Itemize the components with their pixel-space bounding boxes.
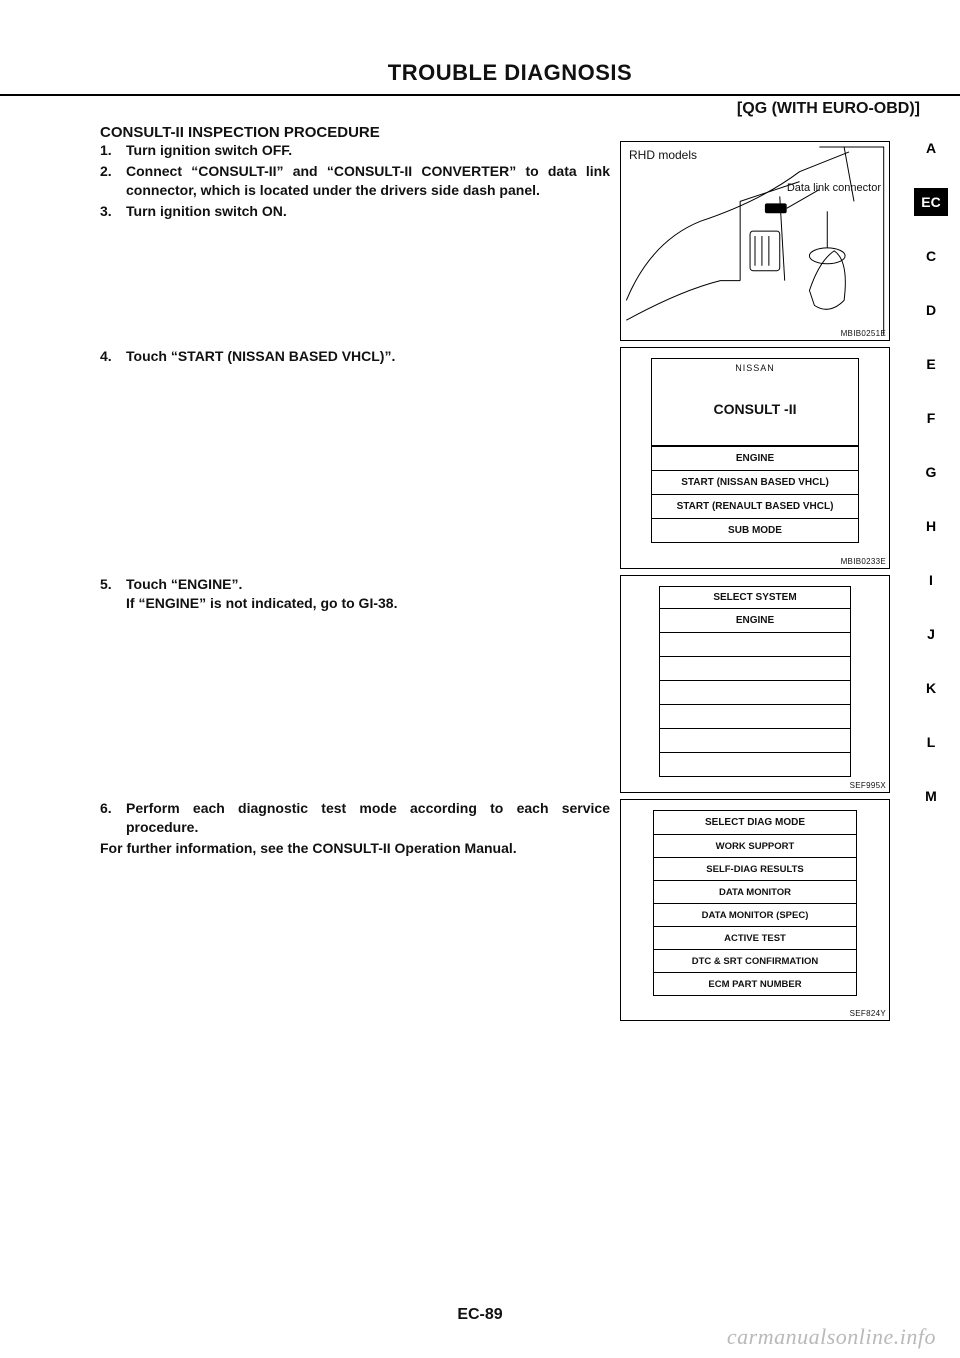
step-number: 1. bbox=[100, 141, 126, 160]
select-system-row bbox=[660, 680, 850, 704]
tab-e[interactable]: E bbox=[914, 350, 948, 378]
step-number: 3. bbox=[100, 202, 126, 221]
watermark: carmanualsonline.info bbox=[727, 1324, 936, 1350]
consult-row-engine: ENGINE bbox=[652, 446, 858, 470]
figure-col-1: RHD models Data link connector bbox=[620, 141, 890, 341]
content-area: CONSULT-II INSPECTION PROCEDURE 1. Turn … bbox=[100, 124, 920, 1021]
tab-d[interactable]: D bbox=[914, 296, 948, 324]
consult-brand: NISSAN bbox=[652, 359, 858, 379]
select-diag-row: SELF-DIAG RESULTS bbox=[654, 857, 856, 880]
select-system-grid: SELECT SYSTEM ENGINE bbox=[659, 586, 851, 777]
step-text: Perform each diagnostic test mode accord… bbox=[126, 799, 610, 837]
page: TROUBLE DIAGNOSIS [QG (WITH EURO-OBD)] C… bbox=[0, 0, 960, 1358]
select-system-head: SELECT SYSTEM bbox=[660, 587, 850, 608]
tab-l[interactable]: L bbox=[914, 728, 948, 756]
figure-label-dlc: Data link connector bbox=[787, 182, 881, 194]
figure-col-3: SELECT SYSTEM ENGINE SEF995X bbox=[620, 575, 890, 793]
tab-k[interactable]: K bbox=[914, 674, 948, 702]
tab-g[interactable]: G bbox=[914, 458, 948, 486]
select-system-row bbox=[660, 656, 850, 680]
figure-col-2: NISSAN CONSULT -II ENGINE START (NISSAN … bbox=[620, 347, 890, 569]
section-heading: CONSULT-II INSPECTION PROCEDURE bbox=[100, 124, 920, 141]
title-rule bbox=[0, 94, 960, 96]
figure-code: SEF824Y bbox=[850, 1009, 886, 1018]
step-1: 1. Turn ignition switch OFF. bbox=[100, 141, 610, 160]
figure-col-4: SELECT DIAG MODE WORK SUPPORT SELF-DIAG … bbox=[620, 799, 890, 1021]
tab-h[interactable]: H bbox=[914, 512, 948, 540]
consult-row-submode: SUB MODE bbox=[652, 518, 858, 542]
select-diag-row: ACTIVE TEST bbox=[654, 926, 856, 949]
figure-code: SEF995X bbox=[850, 781, 886, 790]
block-step-4: 4. Touch “START (NISSAN BASED VHCL)”. NI… bbox=[100, 347, 920, 569]
step-2: 2. Connect “CONSULT-II” and “CONSULT-II … bbox=[100, 162, 610, 200]
select-diag-row: DATA MONITOR bbox=[654, 880, 856, 903]
select-system-row bbox=[660, 632, 850, 656]
select-diag-row: DATA MONITOR (SPEC) bbox=[654, 903, 856, 926]
select-diag-row: ECM PART NUMBER bbox=[654, 972, 856, 995]
step-text: Touch “ENGINE”. If “ENGINE” is not indic… bbox=[126, 575, 610, 613]
step-number: 5. bbox=[100, 575, 126, 613]
select-diag-grid: SELECT DIAG MODE WORK SUPPORT SELF-DIAG … bbox=[653, 810, 857, 996]
step-5-line2: If “ENGINE” is not indicated, go to GI-3… bbox=[126, 595, 397, 611]
tab-ec[interactable]: EC bbox=[914, 188, 948, 216]
figure-select-system: SELECT SYSTEM ENGINE SEF995X bbox=[620, 575, 890, 793]
dashboard-sketch-icon bbox=[621, 142, 889, 340]
block-steps-1-3: 1. Turn ignition switch OFF. 2. Connect … bbox=[100, 141, 920, 341]
figure-code: MBIB0233E bbox=[841, 557, 886, 566]
step-5-line1: Touch “ENGINE”. bbox=[126, 576, 242, 592]
tab-a[interactable]: A bbox=[914, 134, 948, 162]
step-number: 6. bbox=[100, 799, 126, 837]
tab-c[interactable]: C bbox=[914, 242, 948, 270]
step-text: Turn ignition switch ON. bbox=[126, 202, 610, 221]
side-tabs: A EC C D E F G H I J K L M bbox=[914, 134, 948, 810]
select-diag-row: DTC & SRT CONFIRMATION bbox=[654, 949, 856, 972]
step-number: 2. bbox=[100, 162, 126, 200]
step-3: 3. Turn ignition switch ON. bbox=[100, 202, 610, 221]
consult-device-frame: NISSAN CONSULT -II ENGINE START (NISSAN … bbox=[651, 358, 859, 543]
step-5: 5. Touch “ENGINE”. If “ENGINE” is not in… bbox=[100, 575, 610, 613]
text-col-2: 4. Touch “START (NISSAN BASED VHCL)”. bbox=[100, 347, 610, 368]
figure-select-diag-mode: SELECT DIAG MODE WORK SUPPORT SELF-DIAG … bbox=[620, 799, 890, 1021]
page-number: EC-89 bbox=[0, 1306, 960, 1324]
tab-m[interactable]: M bbox=[914, 782, 948, 810]
page-title: TROUBLE DIAGNOSIS bbox=[100, 60, 920, 86]
figure-data-link-connector: RHD models Data link connector bbox=[620, 141, 890, 341]
step-6: 6. Perform each diagnostic test mode acc… bbox=[100, 799, 610, 837]
text-col-3: 5. Touch “ENGINE”. If “ENGINE” is not in… bbox=[100, 575, 610, 615]
step-number: 4. bbox=[100, 347, 126, 366]
consult-row-start-nissan: START (NISSAN BASED VHCL) bbox=[652, 470, 858, 494]
select-diag-row: WORK SUPPORT bbox=[654, 834, 856, 857]
block-step-6: 6. Perform each diagnostic test mode acc… bbox=[100, 799, 920, 1021]
consult-title: CONSULT -II bbox=[652, 379, 858, 446]
select-diag-head: SELECT DIAG MODE bbox=[654, 811, 856, 834]
consult-row-start-renault: START (RENAULT BASED VHCL) bbox=[652, 494, 858, 518]
select-system-row: ENGINE bbox=[660, 608, 850, 632]
tab-f[interactable]: F bbox=[914, 404, 948, 432]
text-col-1: 1. Turn ignition switch OFF. 2. Connect … bbox=[100, 141, 610, 223]
tab-i[interactable]: I bbox=[914, 566, 948, 594]
figure-consult-ii-screen: NISSAN CONSULT -II ENGINE START (NISSAN … bbox=[620, 347, 890, 569]
select-system-row bbox=[660, 728, 850, 752]
select-system-row bbox=[660, 704, 850, 728]
step-4: 4. Touch “START (NISSAN BASED VHCL)”. bbox=[100, 347, 610, 366]
page-subtitle: [QG (WITH EURO-OBD)] bbox=[100, 100, 920, 118]
step-6-note: For further information, see the CONSULT… bbox=[100, 839, 610, 858]
step-text: Connect “CONSULT-II” and “CONSULT-II CON… bbox=[126, 162, 610, 200]
figure-code: MBIB0251E bbox=[841, 329, 886, 338]
step-text: Touch “START (NISSAN BASED VHCL)”. bbox=[126, 347, 610, 366]
text-col-4: 6. Perform each diagnostic test mode acc… bbox=[100, 799, 610, 858]
figure-label-model: RHD models bbox=[629, 148, 697, 162]
step-text: Turn ignition switch OFF. bbox=[126, 141, 610, 160]
select-system-row bbox=[660, 752, 850, 776]
tab-j[interactable]: J bbox=[914, 620, 948, 648]
block-step-5: 5. Touch “ENGINE”. If “ENGINE” is not in… bbox=[100, 575, 920, 793]
